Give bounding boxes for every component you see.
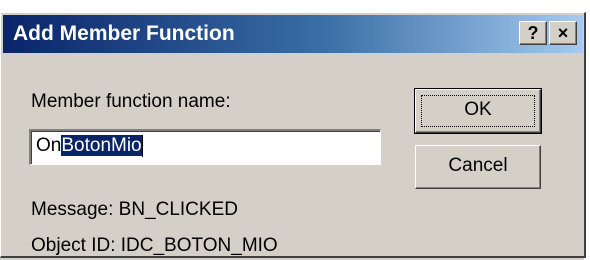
help-icon: ? bbox=[527, 23, 539, 43]
dialog-window: Add Member Function ? × Member function … bbox=[0, 12, 586, 258]
input-text-selected: BotonMio bbox=[61, 135, 142, 156]
close-icon: × bbox=[557, 23, 569, 43]
add-member-function-dialog: Add Member Function ? × Member function … bbox=[0, 0, 590, 260]
ok-button[interactable]: OK bbox=[414, 88, 542, 134]
member-function-name-label: Member function name: bbox=[31, 91, 231, 112]
input-text-unselected: On bbox=[36, 135, 62, 156]
object-id-info: Object ID: IDC_BOTON_MIO bbox=[31, 235, 278, 256]
cancel-button-label: Cancel bbox=[448, 155, 508, 176]
help-button[interactable]: ? bbox=[519, 21, 547, 45]
focus-ring bbox=[421, 95, 535, 127]
close-button[interactable]: × bbox=[549, 21, 577, 45]
member-function-name-input[interactable]: OnBotonMio bbox=[29, 129, 381, 165]
dialog-title: Add Member Function bbox=[13, 22, 235, 45]
text-caret bbox=[141, 134, 143, 157]
message-info: Message: BN_CLICKED bbox=[31, 199, 238, 220]
title-bar[interactable]: Add Member Function ? × bbox=[3, 15, 583, 53]
cancel-button[interactable]: Cancel bbox=[415, 145, 541, 189]
